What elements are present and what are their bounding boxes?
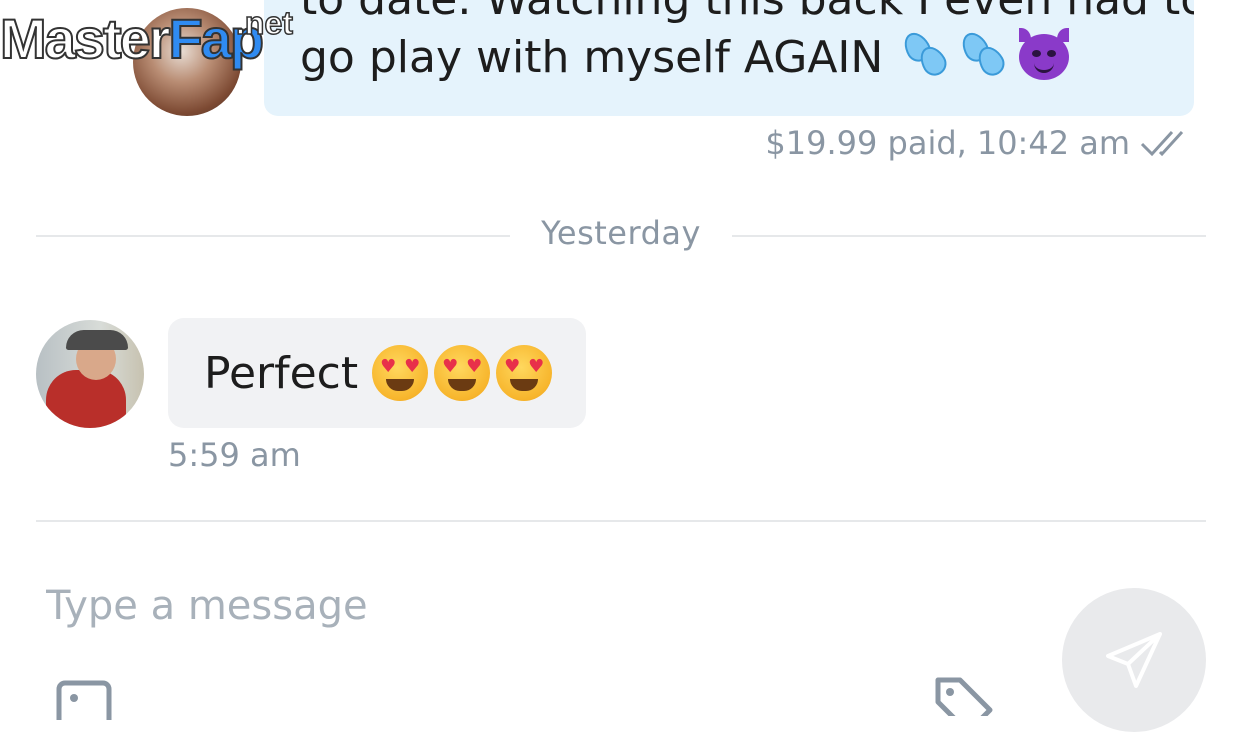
- incoming-message-text: Perfect: [204, 347, 359, 399]
- outgoing-message-bubble[interactable]: to date. Watching this back I even had t…: [264, 0, 1194, 116]
- send-button[interactable]: [1062, 588, 1206, 732]
- date-divider: Yesterday: [36, 212, 1206, 258]
- heart-eyes-emoji-icon: ♥ ♥: [372, 345, 429, 401]
- incoming-emoji-group: ♥ ♥ ♥ ♥ ♥ ♥: [372, 345, 553, 401]
- heart-eyes-emoji-icon: ♥ ♥: [496, 345, 553, 401]
- contact-avatar[interactable]: [36, 320, 144, 428]
- image-icon[interactable]: [56, 680, 112, 720]
- incoming-message-bubble[interactable]: Perfect ♥ ♥ ♥ ♥ ♥ ♥: [168, 318, 586, 428]
- sweat-droplets-emoji-icon: [957, 28, 1011, 80]
- double-check-icon: [1140, 130, 1184, 157]
- price-paid-status: $19.99 paid,: [765, 124, 967, 162]
- sweat-droplets-emoji-icon: [899, 28, 953, 80]
- outgoing-emoji-group: [899, 28, 1071, 82]
- incoming-message-time: 5:59 am: [168, 436, 301, 474]
- price-tag-icon[interactable]: [934, 676, 994, 716]
- composer-divider: [36, 520, 1206, 522]
- outgoing-message-text: go play with myself AGAIN: [300, 32, 884, 83]
- paper-plane-icon: [1106, 632, 1162, 688]
- site-watermark: MasterFap .net: [0, 4, 294, 74]
- smiling-devil-emoji-icon: [1017, 28, 1071, 82]
- divider-line-right: [732, 235, 1206, 237]
- outgoing-message-meta: $19.99 paid, 10:42 am: [765, 120, 1194, 166]
- outgoing-message-time: 10:42 am: [976, 124, 1130, 162]
- date-divider-label: Yesterday: [541, 214, 701, 252]
- heart-eyes-emoji-icon: ♥ ♥: [434, 345, 491, 401]
- outgoing-message-line-1: to date. Watching this back I even had t…: [300, 0, 1194, 28]
- message-input[interactable]: [46, 574, 946, 638]
- watermark-master: Master: [0, 6, 172, 71]
- watermark-net: .net: [235, 4, 293, 42]
- outgoing-message-line-2: go play with myself AGAIN: [300, 28, 1164, 84]
